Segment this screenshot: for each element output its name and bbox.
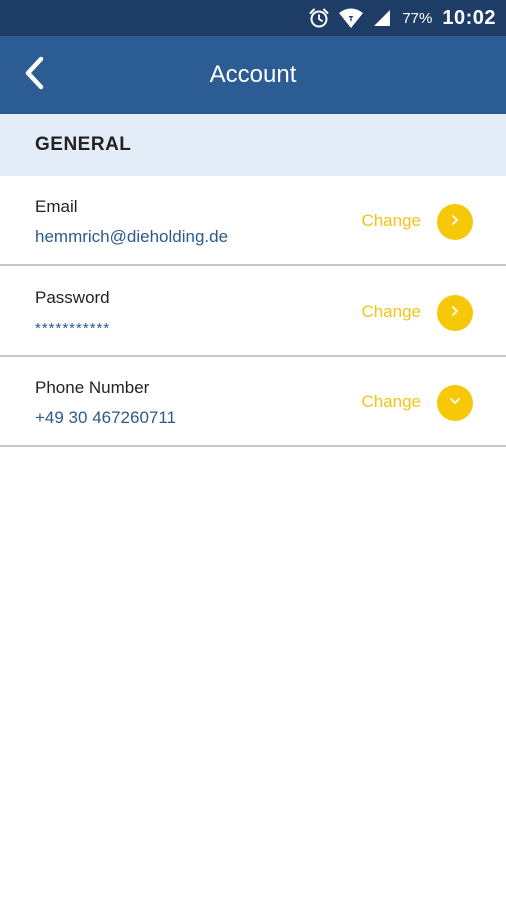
phone-value: +49 30 467260711 [35, 408, 177, 427]
change-phone-link[interactable]: Change [361, 392, 421, 412]
signal-icon [372, 8, 392, 28]
back-button[interactable] [14, 54, 54, 96]
email-row[interactable]: Email hemmrich@dieholding.de Change [0, 176, 506, 266]
password-value: *********** [35, 320, 111, 337]
change-password-link[interactable]: Change [361, 302, 421, 322]
app-bar: Account [0, 36, 506, 114]
clock: 10:02 [442, 6, 496, 29]
battery-level: 77% [402, 9, 433, 27]
password-label: Password [35, 288, 110, 307]
email-label: Email [35, 197, 78, 216]
change-phone-button[interactable] [437, 385, 473, 421]
email-value: hemmrich@dieholding.de [35, 227, 229, 246]
status-bar: 77% 10:02 [0, 0, 506, 36]
change-email-button[interactable] [437, 204, 473, 240]
chevron-down-icon [449, 394, 461, 412]
change-email-link[interactable]: Change [361, 211, 421, 231]
page-title: Account [209, 61, 297, 88]
password-row[interactable]: Password *********** Change [0, 267, 506, 357]
section-header-general: GENERAL [0, 114, 506, 176]
phone-label: Phone Number [35, 378, 150, 397]
alarm-icon [308, 7, 330, 29]
chevron-right-icon [449, 304, 461, 322]
wifi-icon [338, 7, 364, 29]
phone-row[interactable]: Phone Number +49 30 467260711 Change [0, 357, 506, 447]
chevron-right-icon [449, 213, 461, 231]
back-arrow-icon [23, 56, 45, 95]
change-password-button[interactable] [437, 295, 473, 331]
